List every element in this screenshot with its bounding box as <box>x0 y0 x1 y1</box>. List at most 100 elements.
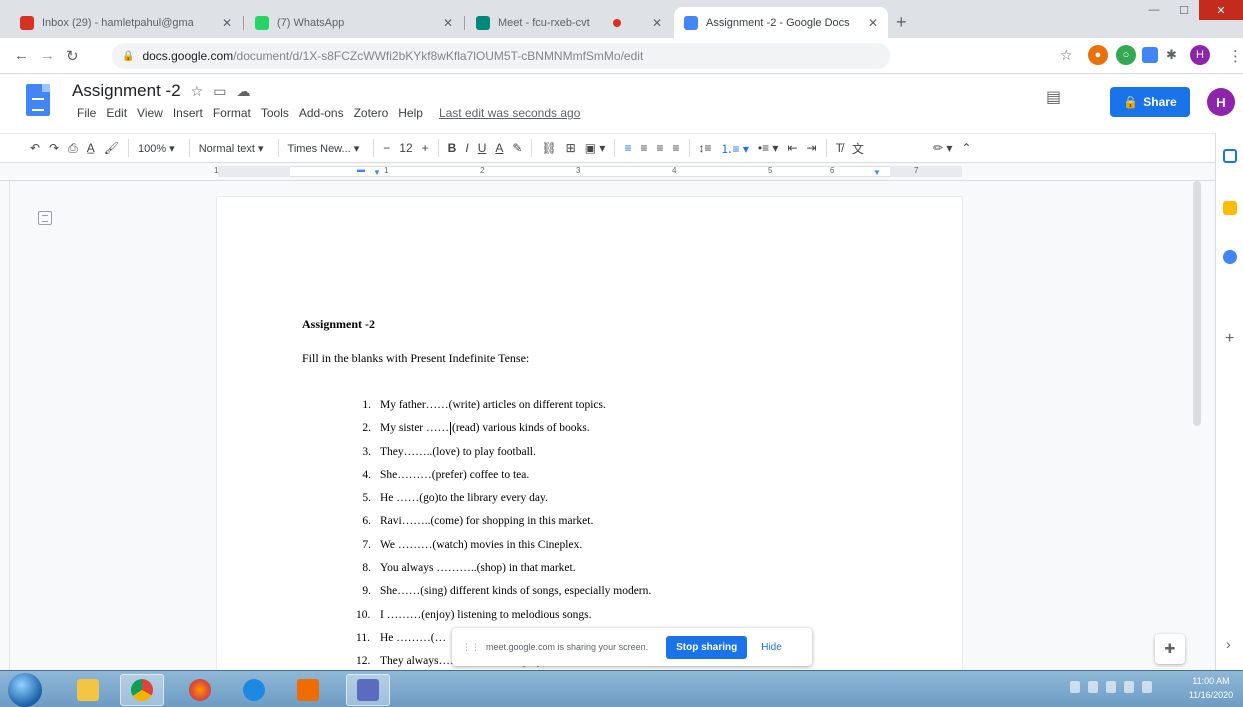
clear-formatting-icon[interactable]: T̸ <box>836 141 843 155</box>
style-select[interactable]: Normal text ▾ <box>199 142 264 155</box>
tray-icon[interactable] <box>1106 681 1116 693</box>
close-window-button[interactable]: ✕ <box>1199 0 1243 20</box>
taskbar-firefox[interactable] <box>178 674 222 706</box>
extension-icon[interactable]: ● <box>1088 45 1108 65</box>
tab-docs[interactable]: Assignment -2 - Google Docs ✕ <box>674 7 888 38</box>
insert-image-icon[interactable]: ▣ ▾ <box>585 141 606 155</box>
taskbar-chrome[interactable] <box>120 674 164 706</box>
document-outline-icon[interactable] <box>38 211 52 225</box>
left-indent-marker[interactable]: ▼ <box>373 168 381 177</box>
reload-button[interactable]: ↻ <box>66 47 79 65</box>
right-indent-marker[interactable]: ▼ <box>873 168 881 177</box>
taskbar-explorer[interactable] <box>66 674 110 706</box>
decrease-indent-icon[interactable]: ⇤ <box>787 141 797 155</box>
get-addons-icon[interactable]: + <box>1225 330 1234 348</box>
back-button[interactable]: ← <box>14 47 29 64</box>
align-center-icon[interactable]: ≡ <box>640 141 647 155</box>
star-icon[interactable]: ☆ <box>191 83 204 100</box>
network-icon[interactable] <box>1124 681 1134 693</box>
profile-avatar-icon[interactable]: H <box>1190 45 1210 65</box>
bulleted-list-icon[interactable]: •≡ ▾ <box>758 141 779 155</box>
extension-icon[interactable] <box>1142 47 1158 63</box>
menu-edit[interactable]: Edit <box>106 106 127 120</box>
increase-indent-icon[interactable]: ⇥ <box>807 141 817 155</box>
extensions-puzzle-icon[interactable]: ✱ <box>1166 47 1177 63</box>
last-edit-link[interactable]: Last edit was seconds ago <box>439 106 580 120</box>
line-spacing-icon[interactable]: ↕≡ <box>699 141 712 155</box>
first-line-indent-marker[interactable]: ▬ <box>357 165 365 174</box>
clock[interactable]: 11:00 AM 11/16/2020 <box>1183 674 1239 702</box>
menu-help[interactable]: Help <box>398 106 423 120</box>
align-right-icon[interactable]: ≡ <box>656 141 663 155</box>
maximize-button[interactable]: ☐ <box>1169 0 1199 20</box>
highlight-color-icon[interactable]: ✎ <box>512 141 522 155</box>
calendar-icon[interactable] <box>1223 149 1237 163</box>
align-justify-icon[interactable]: ≡ <box>672 141 679 155</box>
menu-file[interactable]: File <box>77 106 96 120</box>
new-tab-button[interactable]: + <box>896 12 907 33</box>
keep-icon[interactable] <box>1223 201 1237 215</box>
tray-icon[interactable] <box>1088 681 1098 693</box>
font-select[interactable]: Times New... ▾ <box>288 142 360 155</box>
tab-gmail[interactable]: Inbox (29) - hamletpahul@gma ✕ <box>10 7 242 38</box>
ruler-track[interactable] <box>218 166 962 177</box>
tray-icon[interactable] <box>1070 681 1080 693</box>
browser-menu-icon[interactable]: ⋮ <box>1228 47 1243 65</box>
print-icon[interactable]: ⎙ <box>68 141 78 156</box>
taskbar-app[interactable] <box>346 674 390 706</box>
document-title[interactable]: Assignment -2 <box>72 81 181 101</box>
insert-link-icon[interactable]: ⛓ <box>541 141 556 155</box>
move-folder-icon[interactable]: ▭ <box>213 83 226 100</box>
insert-comment-icon[interactable]: ⊞ <box>566 141 576 155</box>
explore-button[interactable]: ✚ <box>1155 634 1185 664</box>
text-color-button[interactable]: A <box>495 141 503 155</box>
close-icon[interactable]: ✕ <box>860 16 878 30</box>
drag-handle-icon[interactable]: ⋮⋮ <box>462 642 480 653</box>
increase-font-size-button[interactable]: + <box>422 141 429 155</box>
start-button[interactable] <box>8 673 42 707</box>
taskbar-media[interactable] <box>286 674 330 706</box>
docs-home-icon[interactable] <box>26 84 50 116</box>
address-bar[interactable]: 🔒 docs.google.com /document/d/1X-s8FCZcW… <box>112 43 890 69</box>
comment-history-icon[interactable]: ▤ <box>1046 87 1061 107</box>
close-icon[interactable]: ✕ <box>644 16 662 30</box>
taskbar-ie[interactable] <box>232 674 276 706</box>
menu-zotero[interactable]: Zotero <box>354 106 389 120</box>
font-size-input[interactable]: 12 <box>399 141 412 155</box>
cloud-status-icon[interactable]: ☁ <box>236 83 250 100</box>
volume-icon[interactable] <box>1142 681 1152 693</box>
undo-icon[interactable]: ↶ <box>30 141 40 155</box>
underline-button[interactable]: U <box>478 141 487 155</box>
document-page[interactable]: Assignment -2 Fill in the blanks with Pr… <box>217 197 962 670</box>
forward-button[interactable]: → <box>40 47 55 64</box>
bookmark-star-icon[interactable]: ☆ <box>1060 47 1073 64</box>
menu-view[interactable]: View <box>137 106 163 120</box>
hide-button[interactable]: Hide <box>761 642 782 653</box>
italic-button[interactable]: I <box>465 141 468 155</box>
vertical-scrollbar[interactable] <box>1193 181 1201 426</box>
align-left-icon[interactable]: ≡ <box>624 141 631 155</box>
menu-format[interactable]: Format <box>213 106 251 120</box>
stop-sharing-button[interactable]: Stop sharing <box>666 635 748 659</box>
tab-whatsapp[interactable]: (7) WhatsApp ✕ <box>245 7 463 38</box>
input-tools-icon[interactable]: 文 <box>852 140 864 157</box>
redo-icon[interactable]: ↷ <box>49 141 59 155</box>
extension-icon[interactable]: ○ <box>1116 45 1136 65</box>
bold-button[interactable]: B <box>448 141 457 155</box>
menu-tools[interactable]: Tools <box>261 106 289 120</box>
menu-insert[interactable]: Insert <box>173 106 203 120</box>
decrease-font-size-button[interactable]: − <box>383 141 390 155</box>
tab-meet[interactable]: Meet - fcu-rxeb-cvt ✕ <box>466 7 672 38</box>
show-side-panel-icon[interactable]: › <box>1226 636 1231 652</box>
menu-addons[interactable]: Add-ons <box>299 106 344 120</box>
tasks-icon[interactable] <box>1223 250 1237 264</box>
numbered-list-icon[interactable]: ⒈≡ ▾ <box>721 140 749 157</box>
collapse-menus-icon[interactable]: ⌃ <box>961 141 971 155</box>
paint-format-icon[interactable]: 🖌 <box>104 141 119 155</box>
minimize-button[interactable]: — <box>1139 0 1169 20</box>
zoom-select[interactable]: 100% ▾ <box>138 142 175 155</box>
share-button[interactable]: 🔒 Share <box>1110 87 1190 117</box>
close-icon[interactable]: ✕ <box>435 16 453 30</box>
editing-mode-icon[interactable]: ✏ ▾ <box>933 141 952 155</box>
avatar[interactable]: H <box>1207 88 1235 116</box>
